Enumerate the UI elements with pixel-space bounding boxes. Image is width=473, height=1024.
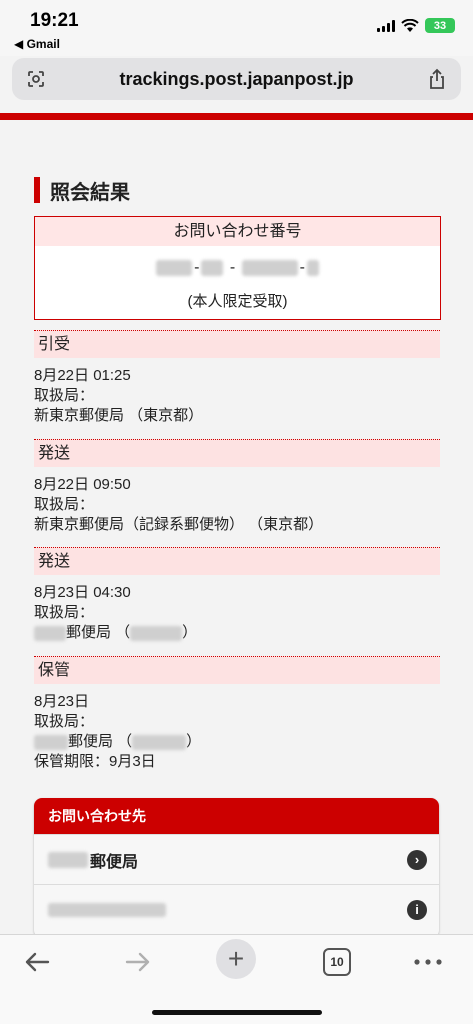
- event-office: 新東京郵便局 （東京都）: [34, 407, 204, 424]
- event-datetime: 8月22日 01:25: [34, 367, 131, 384]
- event-office: 新東京郵便局（記録系郵便物） （東京都）: [34, 516, 324, 533]
- more-icon: [414, 959, 442, 965]
- inquiry-number-box: お問い合わせ番号 - - - (本人限定受取): [34, 216, 441, 320]
- more-button[interactable]: [412, 945, 444, 979]
- event-office-label: 取扱局：: [34, 604, 95, 621]
- event-office-label: 取扱局：: [34, 387, 95, 404]
- home-indicator: [152, 1010, 322, 1015]
- redacted-block: [156, 260, 193, 276]
- status-time: 19:21: [30, 10, 79, 31]
- new-tab-button[interactable]: +: [216, 939, 256, 979]
- contact-phone-row[interactable]: i: [34, 884, 439, 934]
- page-title: 照会結果: [34, 176, 130, 204]
- title-marker: [34, 177, 40, 203]
- event-datetime: 8月22日 09:50: [34, 476, 131, 493]
- forward-button[interactable]: [121, 945, 155, 979]
- event-details: 8月22日 09:50 取扱局： 新東京郵便局（記録系郵便物） （東京都）: [34, 467, 440, 535]
- inquiry-note: (本人限定受取): [187, 293, 288, 310]
- back-button[interactable]: [20, 945, 54, 979]
- status-bar: 19:21 ◀ Gmail 33: [0, 0, 473, 56]
- signal-icon: [377, 19, 395, 32]
- event-office-label: 取扱局：: [34, 713, 95, 730]
- tab-count: 10: [323, 948, 351, 976]
- event-office: 郵便局 （）: [34, 732, 440, 752]
- inquiry-number-label: お問い合わせ番号: [35, 217, 440, 246]
- wifi-icon: [401, 18, 419, 32]
- redacted-block: [201, 260, 224, 276]
- event-status: 発送: [34, 439, 440, 467]
- back-to-app-link[interactable]: ◀ Gmail: [14, 37, 60, 51]
- redacted-block: [306, 260, 319, 276]
- tracking-event: 発送 8月22日 09:50 取扱局： 新東京郵便局（記録系郵便物） （東京都）: [34, 439, 440, 535]
- share-icon[interactable]: [427, 68, 447, 90]
- redacted-block: [34, 734, 68, 750]
- storage-deadline: 保管期限：9月3日: [34, 753, 156, 770]
- page-title-text: 照会結果: [50, 181, 130, 204]
- event-datetime: 8月23日: [34, 693, 90, 710]
- contact-office-row[interactable]: 郵便局 ›: [34, 834, 439, 884]
- battery-icon: 33: [425, 18, 455, 33]
- event-datetime: 8月23日 04:30: [34, 584, 131, 601]
- redacted-block: [48, 851, 88, 868]
- header-stripe: [0, 113, 473, 120]
- redacted-block: [132, 734, 187, 750]
- redacted-block: [241, 260, 298, 276]
- event-office: 郵便局 （）: [34, 623, 440, 643]
- redacted-block: [130, 625, 183, 641]
- contact-title: お問い合わせ先: [34, 798, 439, 834]
- chevron-right-icon[interactable]: ›: [407, 849, 427, 870]
- tracking-event: 保管 8月23日 取扱局： 郵便局 （） 保管期限：9月3日: [34, 656, 440, 772]
- inquiry-number-value: - - -: [35, 246, 440, 290]
- event-details: 8月23日 04:30 取扱局： 郵便局 （）: [34, 575, 440, 643]
- plus-icon: +: [216, 939, 256, 979]
- event-status: 引受: [34, 330, 440, 358]
- event-status: 発送: [34, 547, 440, 575]
- info-icon[interactable]: i: [407, 899, 427, 920]
- event-details: 8月23日 取扱局： 郵便局 （） 保管期限：9月3日: [34, 684, 440, 772]
- redacted-block: [34, 625, 66, 641]
- event-office-label: 取扱局：: [34, 496, 95, 513]
- event-status: 保管: [34, 656, 440, 684]
- page-settings-icon[interactable]: [26, 69, 46, 89]
- status-icons: 33: [377, 18, 455, 33]
- tracking-event: 引受 8月22日 01:25 取扱局： 新東京郵便局 （東京都）: [34, 330, 440, 426]
- url-text[interactable]: trackings.post.japanpost.jp: [119, 69, 353, 90]
- arrow-right-icon: [125, 952, 150, 972]
- event-details: 8月22日 01:25 取扱局： 新東京郵便局 （東京都）: [34, 358, 440, 426]
- tracking-event: 発送 8月23日 04:30 取扱局： 郵便局 （）: [34, 547, 440, 643]
- redacted-phone: [48, 902, 166, 917]
- tabs-button[interactable]: 10: [322, 945, 352, 979]
- arrow-left-icon: [25, 952, 50, 972]
- contact-office-name: 郵便局: [90, 853, 139, 871]
- address-bar[interactable]: trackings.post.japanpost.jp: [12, 58, 461, 100]
- contact-card: お問い合わせ先 郵便局 › i: [34, 798, 439, 938]
